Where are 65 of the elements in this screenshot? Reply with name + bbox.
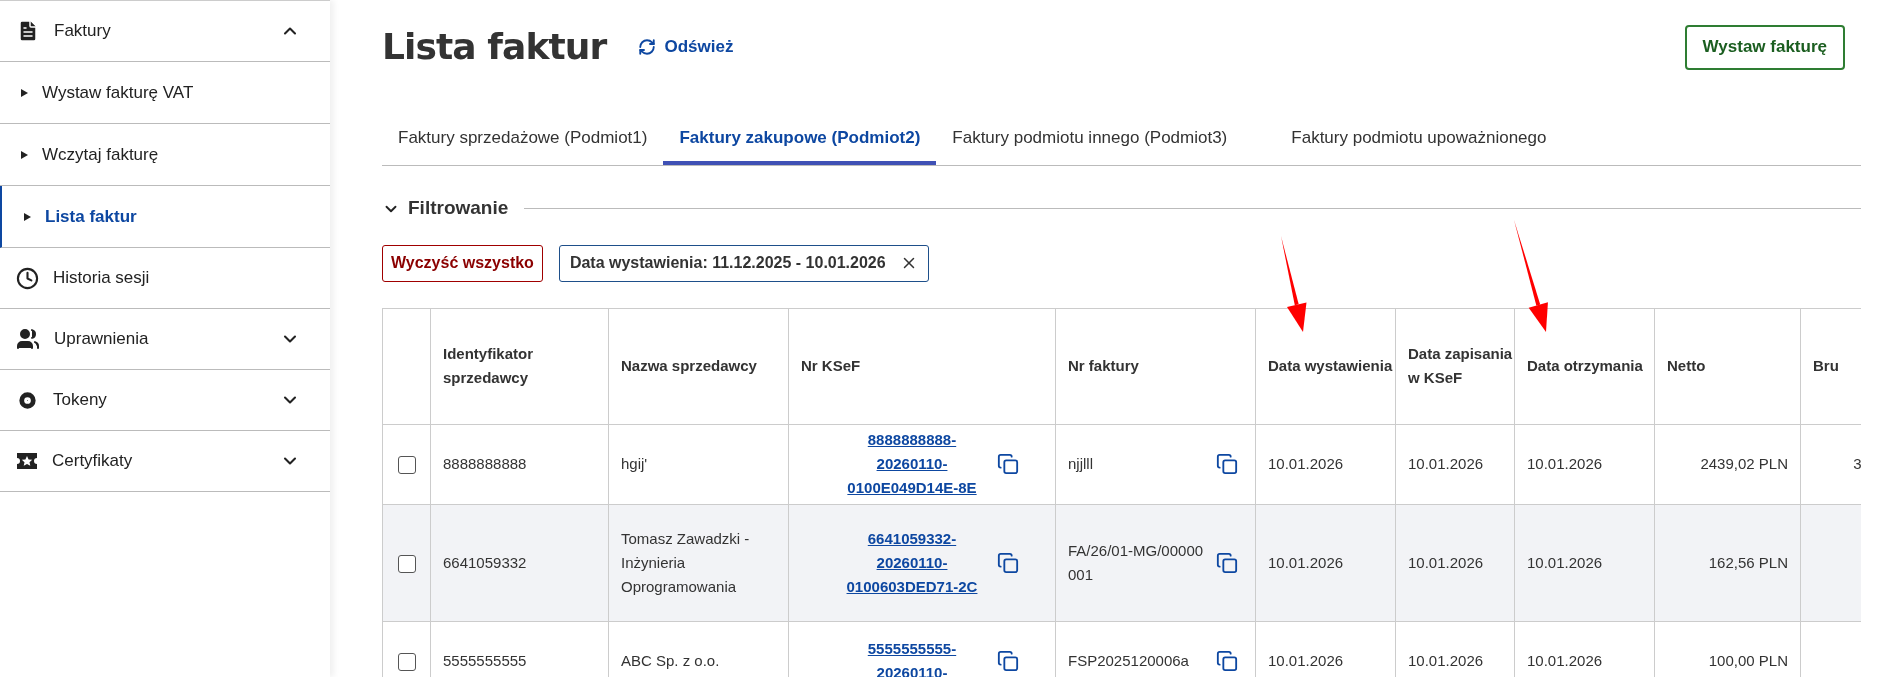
filter-title: Filtrowanie	[408, 196, 509, 221]
row-checkbox[interactable]	[397, 456, 416, 475]
table-row[interactable]: 6641059332 Tomasz Zawadzki - Inżynieria Oprogramowania 6641059332-20260110-0100603DED71-2C FA/26/01-MG/00000001 10.01.2026 10.01.2026 10.01.2026 162,56 PLN	[382, 504, 1861, 622]
column-header: Nr KSeF	[788, 308, 1056, 425]
filter-chip[interactable]: Data wystawienia: 11.12.2025 - 10.01.2026	[558, 244, 929, 282]
sidebar-item[interactable]: Historia sesji	[0, 248, 330, 309]
table-cell: 8888888888	[443, 455, 527, 473]
tab[interactable]: Faktury podmiotu upoważnionego	[1275, 110, 1563, 166]
copy-icon[interactable]	[1216, 453, 1238, 476]
clock-icon	[16, 266, 39, 290]
table-row[interactable]: 8888888888 hgij' 8888888888-20260110-0100E049D14E-8E njjlll 10.01.2026 10.01.2026 10.01.2026 2439,02 PLN 3	[382, 424, 1861, 505]
sidebar-subitem[interactable]: Lista faktur	[0, 186, 330, 248]
issue-invoice-button[interactable]: Wystaw fakturę	[1684, 24, 1845, 70]
sidebar-item[interactable]: Certyfikaty	[0, 431, 330, 492]
copy-icon[interactable]	[1216, 650, 1238, 673]
sidebar-subitem[interactable]: Wczytaj fakturę	[0, 124, 330, 186]
sidebar-subitem[interactable]: Wystaw fakturę VAT	[0, 62, 330, 124]
column-header: Identyfikator sprzedawcy	[430, 308, 609, 425]
table-cell-text: 3	[1852, 454, 1861, 475]
copy-icon[interactable]	[997, 551, 1019, 574]
column-header: Nr faktury	[1055, 308, 1256, 425]
table-cell: 10.01.2026	[1408, 652, 1484, 670]
table-cell-text: 100,00 PLN	[1707, 651, 1788, 672]
tab[interactable]: Faktury sprzedażowe (Podmiot1)	[382, 110, 664, 166]
table-cell-text: FA/26/01-MG/00000001	[1068, 540, 1205, 585]
table-cell: 10.01.2026	[1527, 455, 1603, 473]
tab[interactable]: Faktury podmiotu innego (Podmiot3)	[936, 110, 1244, 166]
row-checkbox[interactable]	[397, 554, 416, 573]
table-cell: 6641059332	[443, 553, 527, 571]
table-cell-text: njjlll	[1068, 454, 1094, 475]
refresh-icon	[638, 38, 657, 56]
people-icon	[16, 327, 40, 351]
table-cell: 10.01.2026	[1527, 652, 1603, 670]
tab[interactable]: Faktury zakupowe (Podmiot2)	[663, 110, 937, 166]
column-header: Data zapisania w KSeF	[1395, 308, 1515, 425]
copy-icon[interactable]	[997, 453, 1019, 476]
column-header: Nazwa sprzedawcy	[608, 308, 789, 425]
table-cell: 10.01.2026	[1268, 455, 1344, 473]
column-header: Netto	[1654, 308, 1801, 425]
table-cell: 10.01.2026	[1408, 455, 1484, 473]
sidebar-item[interactable]: Uprawnienia	[0, 309, 330, 370]
table-cell-text: 162,56 PLN	[1707, 552, 1788, 573]
sidebar-item[interactable]: Faktury	[0, 1, 330, 62]
table-cell: 10.01.2026	[1408, 553, 1484, 571]
table-cell: 10.01.2026	[1268, 553, 1344, 571]
bullet-triangle-icon	[24, 212, 31, 221]
column-header: Bru	[1800, 308, 1861, 425]
refresh-button[interactable]: Odśwież	[638, 34, 734, 60]
table-cell-text: Tomasz Zawadzki - Inżynieria Oprogramowania	[621, 528, 751, 597]
row-checkbox[interactable]	[397, 653, 416, 672]
copy-icon[interactable]	[1216, 551, 1238, 574]
sidebar-item[interactable]: Tokeny	[0, 370, 330, 431]
bullet-triangle-icon	[21, 88, 28, 97]
table-cell-text: 2439,02 PLN	[1699, 454, 1788, 475]
page-title: Lista faktur	[382, 25, 607, 69]
table-cell-text: hgij'	[621, 454, 649, 475]
table-cell-text: FSP2025120006a	[1068, 651, 1190, 672]
bullet-triangle-icon	[21, 150, 28, 159]
clear-all-button[interactable]: Wyczyść wszystko	[382, 244, 543, 282]
copy-icon[interactable]	[997, 650, 1019, 673]
star-ticket-icon	[16, 451, 38, 471]
table-cell-text: ABC Sp. z o.o.	[621, 651, 721, 672]
table-cell: 5555555555	[443, 652, 527, 670]
table-cell: 10.01.2026	[1268, 652, 1344, 670]
table-cell: 10.01.2026	[1527, 553, 1603, 571]
